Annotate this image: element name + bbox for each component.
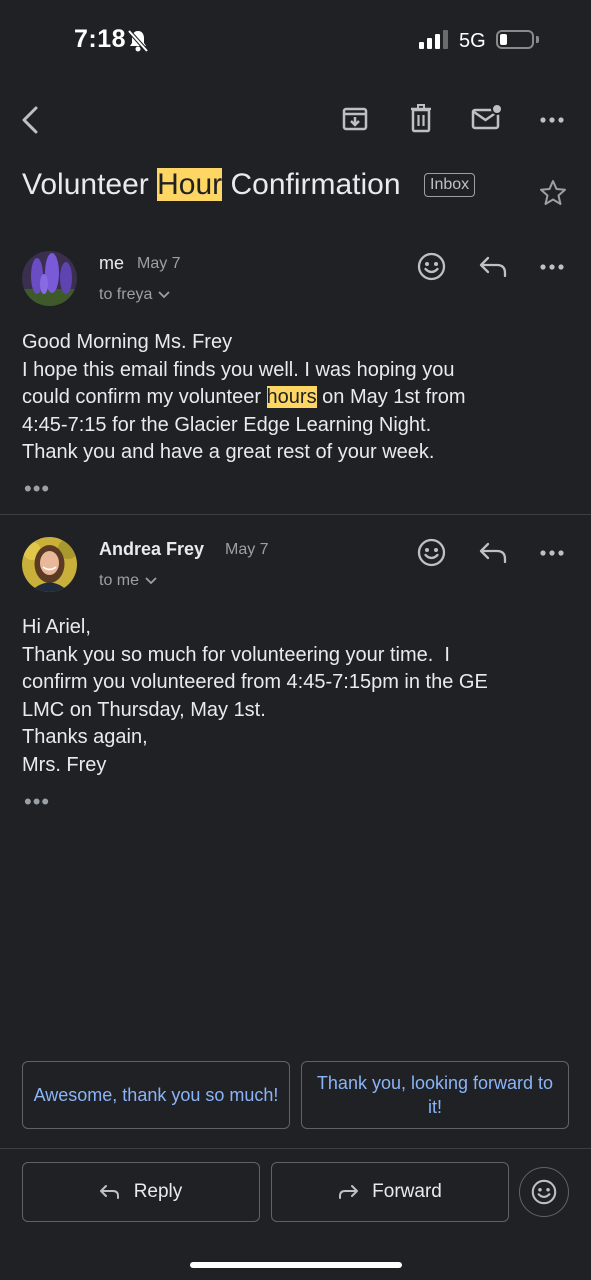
body-line: Thank you so much for volunteering your … (22, 643, 450, 666)
recipient-details[interactable]: to me (99, 572, 157, 590)
reply-button[interactable]: Reply (22, 1162, 260, 1222)
archive-icon[interactable] (341, 105, 369, 133)
more-horizontal-icon[interactable] (540, 116, 564, 124)
network-type: 5G (459, 30, 486, 52)
forward-icon (339, 1185, 359, 1199)
inbox-label[interactable]: Inbox (424, 173, 476, 197)
action-divider (0, 1148, 591, 1149)
recipient-details[interactable]: to freya (99, 286, 170, 304)
reply-icon[interactable] (479, 542, 507, 564)
smart-reply-chip[interactable]: Awesome, thank you so much! (22, 1061, 290, 1129)
smart-reply-chip[interactable]: Thank you, looking forward to it! (301, 1061, 569, 1129)
message-date: May 7 (137, 255, 181, 272)
message-body: Good Morning Ms. Frey I hope this email … (22, 329, 567, 467)
chevron-down-icon (158, 291, 170, 299)
message-more-icon[interactable] (540, 549, 564, 557)
recipient-text: to me (99, 572, 140, 589)
forward-button[interactable]: Forward (271, 1162, 509, 1222)
back-arrow-icon[interactable] (18, 104, 44, 136)
sender-name: me (99, 253, 125, 273)
reply-label: Reply (133, 1181, 183, 1202)
show-trimmed-button[interactable]: ••• (24, 476, 50, 502)
emoji-react-icon[interactable] (417, 252, 446, 281)
message-body: Hi Ariel, Thank you so much for voluntee… (22, 614, 567, 779)
chevron-down-icon (145, 577, 157, 585)
emoji-react-button[interactable] (519, 1167, 569, 1217)
body-line: could confirm my volunteer hours on May … (22, 384, 567, 412)
trash-icon[interactable] (408, 104, 434, 134)
home-indicator[interactable] (190, 1262, 402, 1268)
recipient-text: to freya (99, 286, 153, 303)
emoji-react-icon[interactable] (417, 538, 446, 567)
battery-tip (536, 36, 539, 43)
message-date: May 7 (225, 541, 269, 558)
body-text: on May 1st from (316, 386, 466, 408)
body-line: Good Morning Ms. Frey (22, 331, 233, 353)
message-more-icon[interactable] (540, 263, 564, 271)
reply-icon (99, 1185, 119, 1199)
battery-icon (496, 30, 534, 49)
body-line: Thank you and have a great rest of your … (22, 441, 435, 463)
body-line: Thanks again, (22, 726, 148, 748)
status-time: 7:18 (74, 25, 127, 53)
subject-text: Volunteer (22, 168, 158, 201)
cellular-signal-icon (419, 30, 448, 49)
avatar-me[interactable] (22, 251, 77, 306)
forward-label: Forward (372, 1181, 442, 1202)
sender-name: Andrea Frey (99, 539, 205, 559)
silent-bell-icon (127, 29, 149, 53)
body-line: LMC on Thursday, May 1st. (22, 698, 266, 721)
emoji-icon (531, 1179, 557, 1205)
mail-unread-icon[interactable] (471, 103, 503, 131)
subject-text-end: Confirmation (222, 168, 401, 201)
body-line: Hi Ariel, (22, 616, 91, 638)
body-line: confirm you volunteered from 4:45-7:15pm… (22, 671, 488, 693)
reply-icon[interactable] (479, 256, 507, 278)
body-line: Mrs. Frey (22, 753, 107, 776)
search-highlight: hours (266, 386, 317, 408)
body-text: could confirm my volunteer (22, 386, 267, 408)
email-subject: Volunteer Hour Confirmation (22, 168, 401, 202)
show-trimmed-button[interactable]: ••• (24, 789, 50, 815)
avatar-andrea-frey[interactable] (22, 537, 77, 592)
body-line: I hope this email finds you well. I was … (22, 358, 455, 381)
subject-highlight: Hour (157, 168, 223, 201)
star-icon[interactable] (538, 178, 568, 208)
message-divider (0, 514, 591, 515)
body-line: 4:45-7:15 for the Glacier Edge Learning … (22, 413, 432, 436)
